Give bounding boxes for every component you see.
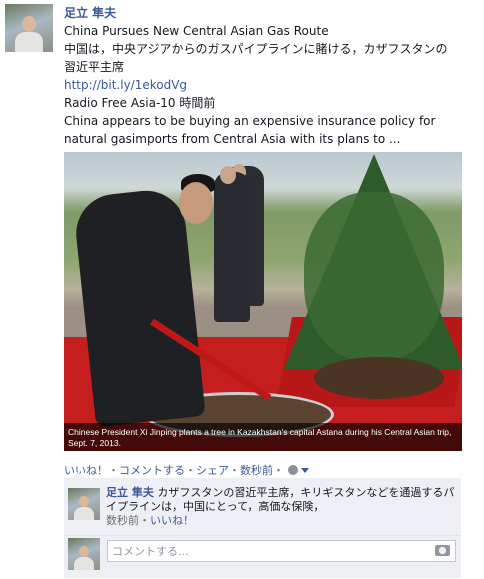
comment-like-link[interactable]: いいね！ [150, 514, 194, 527]
post-text: China Pursues New Central Asian Gas Rout… [64, 22, 478, 148]
post-japanese-line2: 習近平主席 [64, 60, 125, 74]
comment-text: カザフスタンの習近平主席，キリギスタンなどを通過するパイプラインは，中国にとって… [106, 486, 455, 513]
shared-summary: China appears to be buying an expensive … [64, 114, 436, 146]
globe-icon [287, 465, 298, 475]
comments-pointer [72, 472, 84, 478]
photo-background-person-head [220, 166, 236, 184]
comments-section: 足立 隼夫 カザフスタンの習近平主席，キリギスタンなどを通過するパイプラインは，… [64, 472, 461, 578]
shared-link[interactable]: http://bit.ly/1ekodVg [64, 76, 478, 94]
source-time: Radio Free Asia-10 時間前 [64, 96, 216, 110]
commenter-avatar[interactable] [68, 488, 100, 520]
photo-man-in-suit [72, 186, 206, 428]
avatar-body [74, 557, 94, 570]
shared-title: China Pursues New Central Asian Gas Rout… [64, 24, 329, 38]
separator: ・ [139, 514, 150, 527]
separator: ・ [185, 464, 196, 477]
photo-tree-foliage [304, 192, 444, 362]
photo-soil-mound [314, 357, 444, 399]
comment-input-box[interactable] [107, 540, 456, 562]
avatar-head [79, 546, 89, 557]
photo-man-face [179, 182, 213, 224]
timestamp-link[interactable]: 数秒前 [240, 464, 273, 477]
camera-icon[interactable] [435, 545, 450, 556]
avatar-head [79, 496, 89, 507]
shared-photo[interactable]: Chinese President Xi Jinping plants a tr… [64, 152, 462, 451]
comment-body: 足立 隼夫 カザフスタンの習近平主席，キリギスタンなどを通過するパイプラインは，… [106, 486, 456, 528]
separator: ・ [108, 464, 119, 477]
separator: ・ [273, 464, 284, 477]
avatar-body [15, 32, 43, 52]
photo-background-person [214, 172, 250, 322]
avatar-body [74, 507, 94, 520]
comment-input[interactable] [108, 541, 428, 561]
chevron-down-icon[interactable] [301, 468, 309, 473]
separator: ・ [229, 464, 240, 477]
author-avatar[interactable] [5, 4, 53, 52]
comment-author[interactable]: 足立 隼夫 [106, 486, 154, 499]
like-link[interactable]: いいね！ [64, 464, 108, 477]
comment-time[interactable]: 数秒前 [106, 514, 139, 527]
share-link[interactable]: シェア [196, 464, 229, 477]
avatar-head [22, 16, 36, 32]
comment-link[interactable]: コメントする [119, 464, 185, 477]
comment-meta: 数秒前・いいね！ [106, 514, 456, 528]
post-japanese-line1: 中国は，中央アジアからのガスパイプラインに賭ける，カザフスタンの [64, 42, 448, 56]
post-author[interactable]: 足立 隼夫 [64, 4, 116, 21]
photo-caption: Chinese President Xi Jinping plants a tr… [64, 423, 462, 451]
current-user-avatar [68, 538, 100, 570]
post-actions: いいね！・コメントする・シェア・数秒前・ [64, 462, 309, 478]
comment-item: 足立 隼夫 カザフスタンの習近平主席，キリギスタンなどを通過するパイプラインは，… [64, 484, 461, 536]
